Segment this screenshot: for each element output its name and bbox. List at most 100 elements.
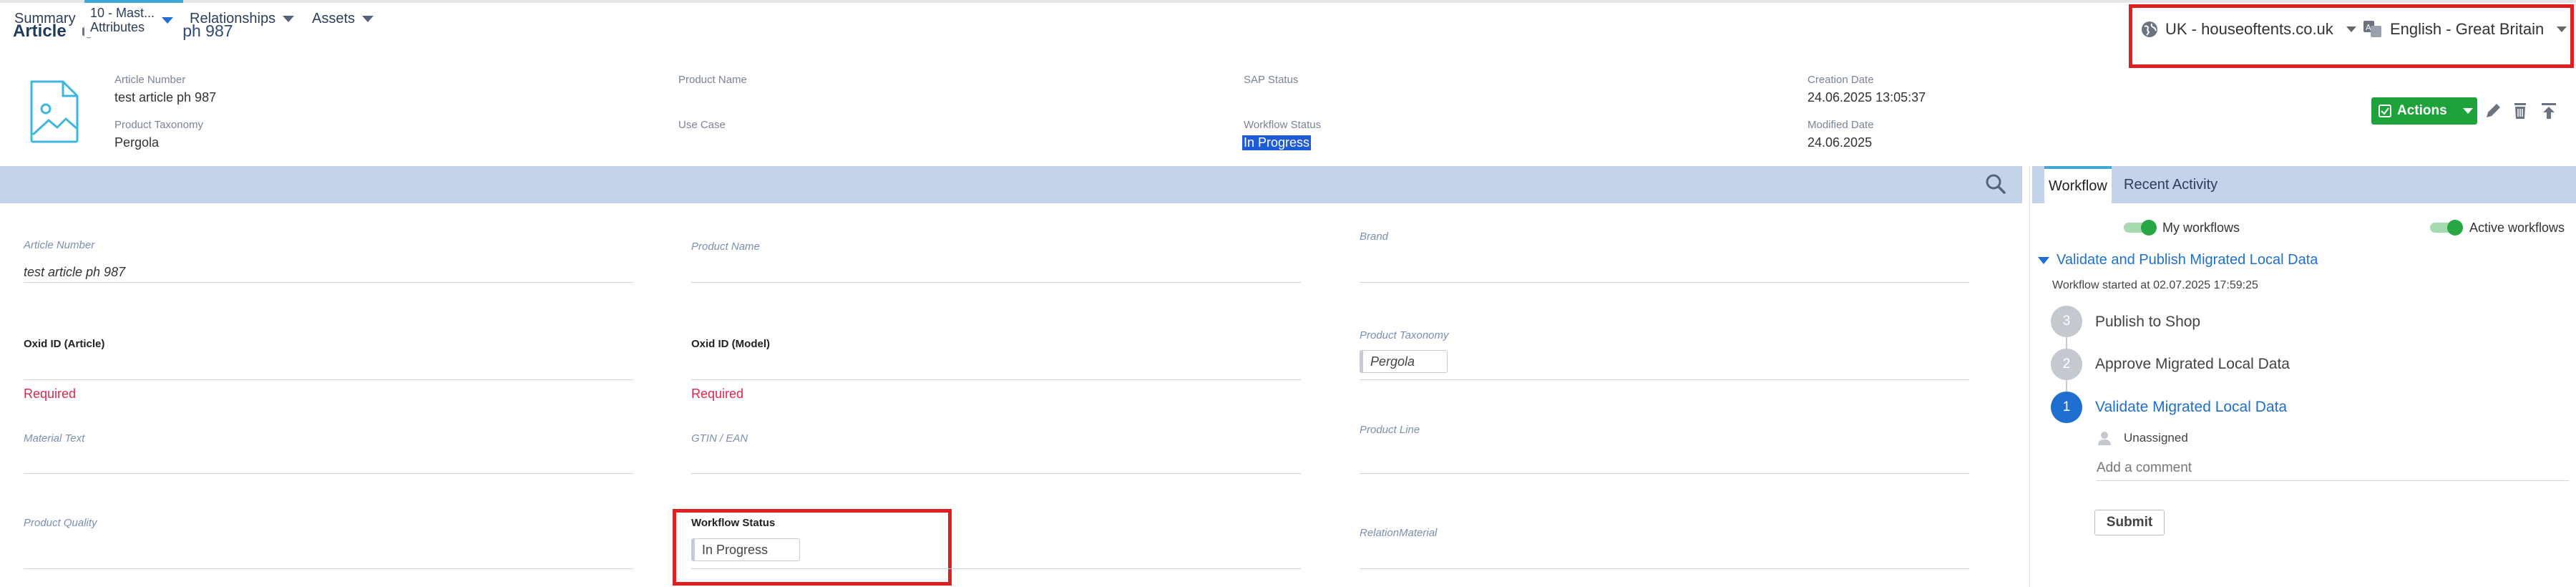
panel-divider: [2029, 166, 2030, 587]
user-icon: [2098, 432, 2111, 445]
oxid-article-input[interactable]: [24, 379, 633, 380]
step-validate-migrated[interactable]: Validate Migrated Local Data: [2095, 399, 2287, 416]
toggle-knob: [2447, 220, 2463, 236]
meta-label-creation-date: Creation Date: [1807, 74, 1874, 86]
workflow-started: Workflow started at 02.07.2025 17:59:25: [2052, 279, 2258, 291]
meta-label-workflow-status: Workflow Status: [1244, 119, 1322, 131]
workflow-title-text: Validate and Publish Migrated Local Data: [2057, 252, 2318, 268]
my-workflows-label: My workflows: [2162, 220, 2240, 235]
actions-button[interactable]: Actions: [2371, 97, 2477, 125]
meta-value-creation-date: 24.06.2025 13:05:37: [1807, 90, 1926, 105]
product-taxonomy-chip[interactable]: Pergola: [1360, 350, 1448, 373]
active-workflows-toggle[interactable]: [2430, 220, 2463, 236]
workflow-tab-bar: [2032, 166, 2576, 203]
tab-assets-label: Assets: [312, 10, 356, 26]
tab-summary[interactable]: Summary: [14, 0, 76, 37]
workflow-title[interactable]: Validate and Publish Migrated Local Data: [2038, 252, 2318, 268]
field-underline: [691, 568, 1301, 569]
tab-relationships-label: Relationships: [190, 10, 276, 26]
language-selector[interactable]: A English - Great Britain: [2363, 20, 2567, 39]
chevron-down-icon: [2557, 26, 2567, 32]
step-number-active: 1: [2051, 392, 2082, 423]
chevron-down-icon[interactable]: [162, 16, 174, 24]
meta-label-article-number: Article Number: [114, 74, 186, 86]
tab-recent-activity[interactable]: Recent Activity: [2124, 166, 2218, 203]
tab-master-attributes[interactable]: 10 - Mast... Attributes: [84, 0, 183, 37]
svg-text:A: A: [2366, 23, 2371, 32]
checkbox-icon: [2379, 105, 2391, 117]
comment-input[interactable]: [2097, 455, 2569, 481]
attribute-tab-bar: [0, 166, 2022, 203]
language-label: English - Great Britain: [2390, 20, 2545, 38]
my-workflows-toggle[interactable]: [2124, 220, 2157, 236]
brand-input[interactable]: [1360, 282, 1969, 283]
chevron-down-icon: [362, 15, 374, 22]
field-label-product-name: Product Name: [691, 241, 760, 253]
meta-label-sap-status: SAP Status: [1244, 74, 1299, 86]
meta-value-modified-date: 24.06.2025: [1807, 135, 1873, 150]
delete-icon[interactable]: [2510, 101, 2530, 121]
tab-master-line1: 10 - Mast...: [90, 6, 155, 20]
publish-icon[interactable]: [2539, 101, 2559, 121]
actions-label: Actions: [2397, 103, 2447, 118]
field-underline: [24, 282, 633, 283]
required-message: Required: [691, 387, 744, 401]
step-publish-to-shop[interactable]: Publish to Shop: [2095, 314, 2200, 331]
product-name-input[interactable]: [691, 282, 1301, 283]
assignee[interactable]: Unassigned: [2098, 431, 2188, 445]
product-line-input[interactable]: [1360, 473, 1969, 474]
meta-value-article-number: test article ph 987: [114, 90, 217, 105]
step-approve-migrated[interactable]: Approve Migrated Local Data: [2095, 356, 2290, 373]
field-label-gtin-ean: GTIN / EAN: [691, 432, 748, 445]
tab-master-line2: Attributes: [90, 20, 145, 34]
field-label-product-taxonomy: Product Taxonomy: [1360, 329, 1449, 341]
search-icon[interactable]: [1985, 173, 2006, 195]
meta-value-product-taxonomy: Pergola: [114, 135, 160, 150]
toggle-knob: [2141, 220, 2157, 236]
submit-button[interactable]: Submit: [2094, 510, 2165, 535]
article-image-icon: [30, 80, 79, 143]
gtin-ean-input[interactable]: [691, 473, 1301, 474]
field-underline: [1360, 379, 1969, 380]
translate-icon: A: [2363, 21, 2381, 37]
globe-icon: [2142, 21, 2157, 37]
step-number: 2: [2051, 349, 2082, 380]
field-label-oxid-article: Oxid ID (Article): [24, 338, 105, 350]
field-label-relation-material: RelationMaterial: [1360, 527, 1438, 539]
meta-label-use-case: Use Case: [678, 119, 726, 131]
collapse-triangle-icon[interactable]: [2038, 256, 2049, 264]
field-label-material-text: Material Text: [24, 432, 85, 445]
meta-value-workflow-status: In Progress: [1242, 135, 1312, 150]
tab-summary-label: Summary: [14, 10, 76, 26]
context-label: UK - houseoftents.co.uk: [2165, 20, 2333, 38]
active-workflows-label: Active workflows: [2469, 220, 2565, 235]
field-value-article-number[interactable]: test article ph 987: [24, 265, 125, 280]
product-quality-input[interactable]: [24, 568, 633, 569]
tab-relationships[interactable]: Relationships: [190, 0, 295, 37]
chevron-down-icon: [2346, 26, 2356, 32]
field-label-product-quality: Product Quality: [24, 517, 97, 529]
chevron-down-icon: [2462, 108, 2473, 114]
tab-master-attributes-label: 10 - Mast... Attributes: [90, 6, 155, 34]
assignee-label: Unassigned: [2124, 431, 2188, 445]
field-label-oxid-model: Oxid ID (Model): [691, 338, 770, 350]
context-selector[interactable]: UK - houseoftents.co.uk: [2141, 20, 2356, 39]
tab-assets[interactable]: Assets: [312, 0, 374, 37]
field-label-workflow-status: Workflow Status: [691, 517, 776, 529]
workflow-status-chip[interactable]: In Progress: [691, 538, 800, 561]
relation-material-input[interactable]: [1360, 568, 1969, 569]
top-divider: [0, 0, 2576, 3]
field-label-article-number: Article Number: [24, 239, 95, 251]
meta-label-product-name: Product Name: [678, 74, 747, 86]
edit-icon[interactable]: [2483, 101, 2503, 121]
oxid-model-input[interactable]: [691, 379, 1301, 380]
meta-label-modified-date: Modified Date: [1807, 119, 1874, 131]
field-label-product-line: Product Line: [1360, 424, 1420, 436]
tab-workflow[interactable]: Workflow: [2044, 166, 2112, 203]
step-number: 3: [2051, 306, 2082, 337]
chevron-down-icon: [283, 15, 295, 22]
field-label-brand: Brand: [1360, 231, 1389, 243]
meta-label-product-taxonomy: Product Taxonomy: [114, 119, 203, 131]
material-text-input[interactable]: [24, 473, 633, 474]
required-message: Required: [24, 387, 77, 401]
